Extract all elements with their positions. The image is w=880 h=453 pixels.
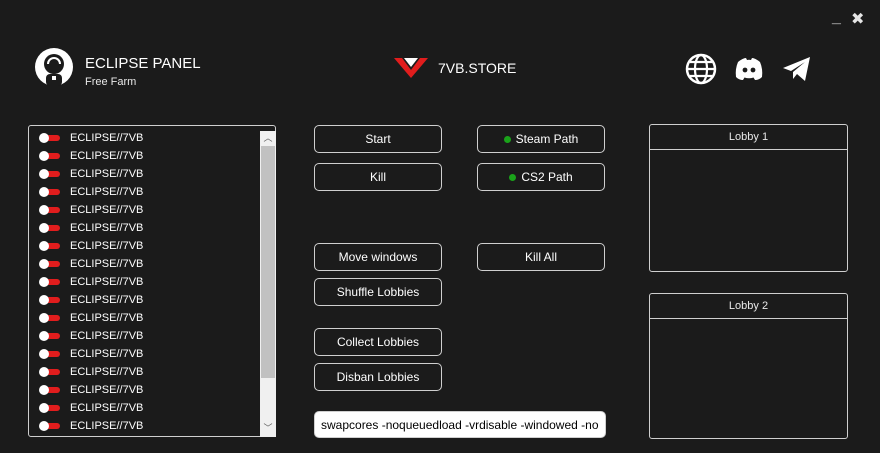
toggle-switch[interactable] — [39, 295, 61, 305]
account-label: ECLIPSE//7VB — [70, 150, 144, 162]
move-windows-label: Move windows — [338, 250, 418, 264]
account-row[interactable]: ECLIPSE//7VB — [39, 292, 143, 308]
toggle-switch[interactable] — [39, 241, 61, 251]
lobby-2-title: Lobby 2 — [650, 294, 847, 319]
toggle-switch[interactable] — [39, 169, 61, 179]
account-row[interactable]: ECLIPSE//7VB — [39, 130, 143, 146]
v-logo-icon — [394, 58, 428, 78]
shuffle-lobbies-label: Shuffle Lobbies — [336, 285, 420, 299]
account-label: ECLIPSE//7VB — [70, 294, 144, 306]
cs2-path-label: CS2 Path — [521, 170, 573, 184]
toggle-switch[interactable] — [39, 349, 61, 359]
disban-lobbies-button[interactable]: Disban Lobbies — [314, 363, 442, 391]
start-label: Start — [365, 132, 391, 146]
launch-args-input[interactable] — [314, 411, 606, 438]
store-name: 7VB.STORE — [438, 60, 517, 76]
toggle-switch[interactable] — [39, 421, 61, 431]
toggle-switch[interactable] — [39, 367, 61, 377]
account-label: ECLIPSE//7VB — [70, 240, 144, 252]
account-label: ECLIPSE//7VB — [70, 258, 144, 270]
app-subtitle: Free Farm — [85, 76, 137, 88]
toggle-switch[interactable] — [39, 403, 61, 413]
account-row[interactable]: ECLIPSE//7VB — [39, 148, 143, 164]
account-row[interactable]: ECLIPSE//7VB — [39, 274, 143, 290]
account-row[interactable]: ECLIPSE//7VB — [39, 418, 143, 434]
account-row[interactable]: ECLIPSE//7VB — [39, 382, 143, 398]
account-label: ECLIPSE//7VB — [70, 402, 144, 414]
cs2-path-button[interactable]: CS2 Path — [477, 163, 605, 191]
astronaut-icon — [35, 48, 73, 86]
minimize-button[interactable]: _ — [832, 10, 841, 26]
toggle-switch[interactable] — [39, 187, 61, 197]
shuffle-lobbies-button[interactable]: Shuffle Lobbies — [314, 278, 442, 306]
account-label: ECLIPSE//7VB — [70, 330, 144, 342]
status-dot-icon — [503, 135, 511, 143]
account-row[interactable]: ECLIPSE//7VB — [39, 238, 143, 254]
account-row[interactable]: ECLIPSE//7VB — [39, 202, 143, 218]
accounts-list[interactable]: ECLIPSE//7VB ECLIPSE//7VB ECLIPSE//7VB ECLI… — [28, 125, 276, 437]
toggle-switch[interactable] — [39, 205, 61, 215]
kill-all-button[interactable]: Kill All — [477, 243, 605, 271]
kill-button[interactable]: Kill — [314, 163, 442, 191]
account-label: ECLIPSE//7VB — [70, 348, 144, 360]
scroll-down-arrow[interactable]: ﹀ — [260, 421, 276, 436]
lobby-1-panel: Lobby 1 — [649, 124, 848, 272]
telegram-icon[interactable] — [781, 53, 813, 85]
collect-lobbies-button[interactable]: Collect Lobbies — [314, 328, 442, 356]
toggle-switch[interactable] — [39, 331, 61, 341]
account-row[interactable]: ECLIPSE//7VB — [39, 400, 143, 416]
account-label: ECLIPSE//7VB — [70, 222, 144, 234]
discord-icon[interactable] — [733, 53, 765, 85]
close-button[interactable]: ✖ — [851, 12, 864, 28]
toggle-switch[interactable] — [39, 151, 61, 161]
account-row[interactable]: ECLIPSE//7VB — [39, 184, 143, 200]
account-label: ECLIPSE//7VB — [70, 384, 144, 396]
account-row[interactable]: ECLIPSE//7VB — [39, 220, 143, 236]
toggle-switch[interactable] — [39, 277, 61, 287]
account-label: ECLIPSE//7VB — [70, 420, 144, 432]
scroll-up-arrow[interactable]: ︿ — [260, 131, 276, 146]
account-row[interactable]: ECLIPSE//7VB — [39, 328, 143, 344]
app-title: ECLIPSE PANEL — [85, 55, 201, 72]
kill-all-label: Kill All — [524, 250, 557, 264]
steam-path-label: Steam Path — [515, 132, 579, 146]
steam-path-button[interactable]: Steam Path — [477, 125, 605, 153]
account-label: ECLIPSE//7VB — [70, 204, 144, 216]
toggle-switch[interactable] — [39, 223, 61, 233]
account-label: ECLIPSE//7VB — [70, 312, 144, 324]
account-row[interactable]: ECLIPSE//7VB — [39, 364, 143, 380]
toggle-switch[interactable] — [39, 385, 61, 395]
move-windows-button[interactable]: Move windows — [314, 243, 442, 271]
account-row[interactable]: ECLIPSE//7VB — [39, 166, 143, 182]
globe-icon[interactable] — [685, 53, 717, 85]
toggle-switch[interactable] — [39, 259, 61, 269]
account-label: ECLIPSE//7VB — [70, 168, 144, 180]
account-row[interactable]: ECLIPSE//7VB — [39, 310, 143, 326]
account-label: ECLIPSE//7VB — [70, 276, 144, 288]
status-dot-icon — [509, 173, 517, 181]
scrollbar-thumb[interactable] — [261, 146, 275, 378]
kill-label: Kill — [369, 170, 386, 184]
start-button[interactable]: Start — [314, 125, 442, 153]
account-label: ECLIPSE//7VB — [70, 186, 144, 198]
toggle-switch[interactable] — [39, 313, 61, 323]
disban-lobbies-label: Disban Lobbies — [336, 370, 420, 384]
toggle-switch[interactable] — [39, 133, 61, 143]
collect-lobbies-label: Collect Lobbies — [336, 335, 420, 349]
account-row[interactable]: ECLIPSE//7VB — [39, 346, 143, 362]
account-label: ECLIPSE//7VB — [70, 132, 144, 144]
account-label: ECLIPSE//7VB — [70, 366, 144, 378]
lobby-2-panel: Lobby 2 — [649, 293, 848, 439]
lobby-1-title: Lobby 1 — [650, 125, 847, 150]
account-row[interactable]: ECLIPSE//7VB — [39, 256, 143, 272]
